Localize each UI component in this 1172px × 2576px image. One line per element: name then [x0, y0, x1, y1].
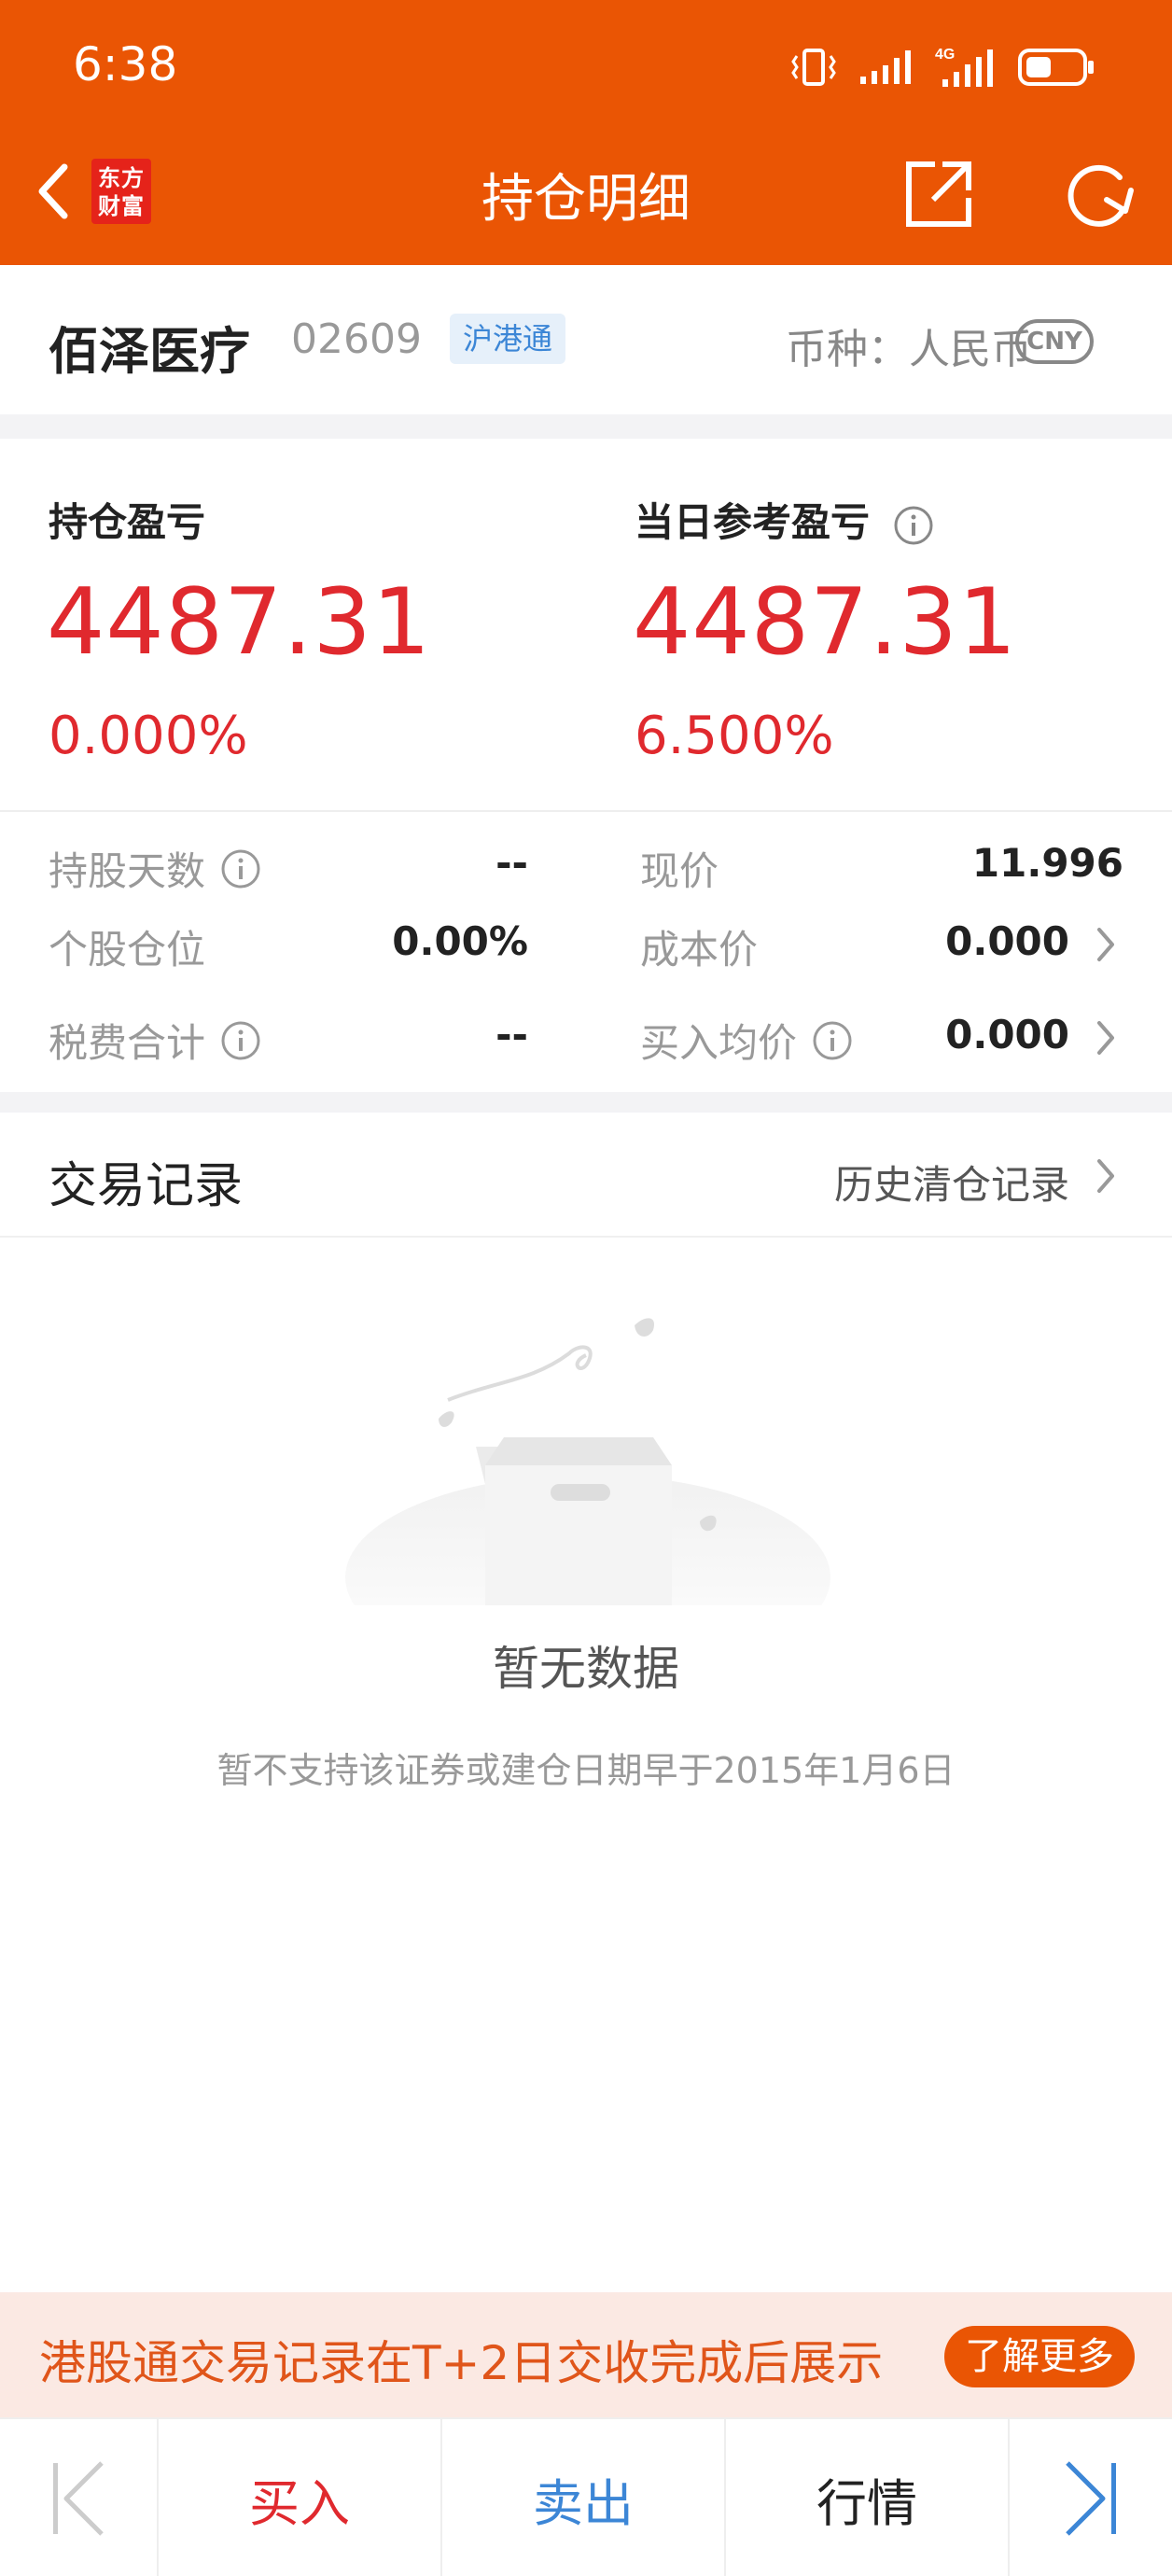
tax-fee-label: 税费合计	[49, 1012, 261, 1069]
skip-next-icon	[1066, 2461, 1116, 2536]
history-clearance-link[interactable]: 历史清仓记录	[834, 1154, 1069, 1211]
daily-pnl-label-text: 当日参考盈亏	[635, 499, 871, 545]
current-price-value: 11.996	[971, 840, 1123, 886]
tax-fee-value: --	[495, 1012, 528, 1057]
position-pnl-percent: 0.000%	[49, 706, 248, 766]
refresh-button[interactable]	[1060, 157, 1137, 231]
position-ratio-label-text: 个股仓位	[49, 927, 206, 973]
signal-4g-icon: 4G	[935, 47, 993, 87]
chevron-right-icon[interactable]	[1092, 1155, 1120, 1197]
info-icon[interactable]	[893, 505, 934, 546]
daily-pnl-percent: 6.500%	[635, 706, 834, 766]
next-stock-button[interactable]	[1010, 2419, 1172, 2576]
share-button[interactable]	[901, 157, 976, 231]
refresh-icon	[1067, 164, 1134, 227]
info-icon[interactable]	[812, 1020, 853, 1061]
trade-records-header: 交易记录 历史清仓记录	[0, 1113, 1172, 1238]
position-ratio-label: 个股仓位	[49, 918, 205, 975]
status-icons: 4G	[789, 41, 1097, 93]
quote-button[interactable]: 行情	[726, 2419, 1010, 2576]
avg-buy-label-text: 买入均价	[640, 1020, 798, 1066]
trade-records-title: 交易记录	[49, 1158, 244, 1214]
avg-buy-value[interactable]: 0.000	[945, 1012, 1069, 1057]
skip-previous-icon	[53, 2461, 104, 2536]
cost-price-value[interactable]: 0.000	[945, 918, 1069, 964]
hold-days-label: 持股天数	[49, 840, 261, 897]
position-detail-screen: 6:38 4G 东方 财富 持仓明细 佰泽医疗 02609 沪港通 币种：人民币…	[0, 0, 1172, 2576]
currency-label: 币种：人民币	[786, 326, 1032, 373]
info-banner: 港股通交易记录在T+2日交收完成后展示 了解更多	[0, 2292, 1172, 2417]
stats-grid: 持股天数 -- 现价 11.996 个股仓位 0.00% 成本价 0.000 税…	[0, 812, 1172, 1092]
bottom-toolbar: 买入 卖出 行情	[0, 2417, 1172, 2576]
battery-icon	[1018, 49, 1094, 86]
vibrate-icon	[791, 49, 836, 86]
position-ratio-value: 0.00%	[392, 918, 528, 964]
svg-text:4G: 4G	[935, 47, 955, 63]
hold-days-label-text: 持股天数	[49, 848, 206, 894]
chevron-right-icon[interactable]	[1092, 924, 1120, 965]
avg-buy-label[interactable]: 买入均价	[640, 1012, 853, 1069]
signal-1-icon	[860, 50, 911, 84]
empty-state-title: 暂无数据	[493, 1642, 679, 1696]
market-tag: 沪港通	[450, 314, 566, 364]
currency-badge[interactable]: CNY	[1015, 319, 1094, 364]
status-time: 6:38	[73, 37, 178, 91]
stock-header: 佰泽医疗 02609 沪港通 币种：人民币 CNY	[0, 265, 1172, 414]
cost-price-label-text: 成本价	[640, 927, 759, 973]
cost-price-label[interactable]: 成本价	[640, 918, 758, 975]
buy-button[interactable]: 买入	[159, 2419, 442, 2576]
top-bar: 6:38 4G 东方 财富 持仓明细	[0, 0, 1172, 265]
learn-more-button[interactable]: 了解更多	[944, 2326, 1135, 2387]
section-gap	[0, 1092, 1172, 1113]
page-title: 持仓明细	[481, 169, 691, 230]
section-gap	[0, 414, 1172, 439]
daily-pnl-label: 当日参考盈亏	[635, 491, 934, 548]
info-icon[interactable]	[220, 1020, 261, 1061]
pnl-section: 持仓盈亏 4487.31 0.000% 当日参考盈亏 4487.31 6.500…	[0, 439, 1172, 810]
daily-pnl-value: 4487.31	[633, 569, 1018, 676]
position-pnl-value: 4487.31	[47, 569, 432, 676]
sell-button[interactable]: 卖出	[442, 2419, 726, 2576]
stock-name: 佰泽医疗	[49, 322, 250, 381]
stock-code: 02609	[291, 315, 422, 363]
empty-state-subtitle: 暂不支持该证券或建仓日期早于2015年1月6日	[216, 1750, 956, 1791]
banner-text: 港股通交易记录在T+2日交收完成后展示	[39, 2336, 884, 2390]
empty-box-illustration	[345, 1318, 830, 1605]
prev-stock-button[interactable]	[0, 2419, 159, 2576]
tax-fee-label-text: 税费合计	[49, 1020, 206, 1066]
info-icon[interactable]	[220, 848, 261, 889]
share-icon	[906, 161, 971, 227]
chevron-right-icon[interactable]	[1092, 1017, 1120, 1058]
position-pnl-label: 持仓盈亏	[49, 499, 206, 545]
current-price-label: 现价	[640, 840, 719, 897]
current-price-label-text: 现价	[640, 848, 719, 894]
hold-days-value: --	[495, 840, 528, 886]
